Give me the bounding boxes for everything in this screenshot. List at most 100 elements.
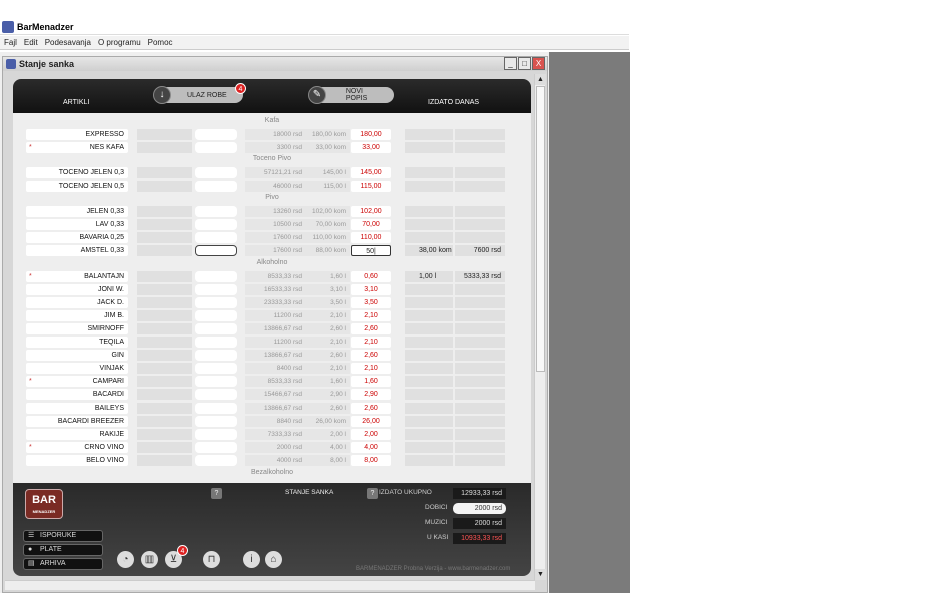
- ulaz-input[interactable]: [195, 310, 237, 322]
- ulaz-input[interactable]: [195, 219, 237, 230]
- item-name[interactable]: JONI W.: [26, 283, 128, 295]
- ulaz-input[interactable]: [195, 232, 237, 244]
- lock-icon[interactable]: ⊓: [203, 551, 220, 568]
- item-name[interactable]: JELEN 0,33: [26, 205, 128, 217]
- ulaz-input[interactable]: [195, 245, 237, 257]
- dobici-field[interactable]: 2000 rsd: [453, 503, 506, 514]
- item-name[interactable]: SMIRNOFF: [26, 323, 128, 335]
- popis-input[interactable]: 115,00: [351, 180, 391, 192]
- ulaz-input[interactable]: [195, 336, 237, 348]
- item-name[interactable]: AMSTEL 0,33: [26, 245, 128, 257]
- ulaz-input[interactable]: [195, 349, 237, 361]
- item-name[interactable]: TOCENO JELEN 0,3: [26, 167, 128, 179]
- item-name[interactable]: * BALANTAJN: [26, 270, 128, 282]
- popis-input[interactable]: 33,00: [351, 142, 391, 154]
- popis-input[interactable]: 3,50: [351, 297, 391, 308]
- help-button-2[interactable]: ?: [367, 488, 378, 499]
- popis-input[interactable]: 2,90: [351, 389, 391, 401]
- help-button-1[interactable]: ?: [211, 488, 222, 499]
- menu-fajl[interactable]: Fajl: [4, 38, 17, 47]
- close-button[interactable]: X: [532, 57, 545, 70]
- info-icon[interactable]: i: [243, 551, 260, 568]
- item-name[interactable]: JIM B.: [26, 310, 128, 322]
- ulaz-input[interactable]: [195, 442, 237, 454]
- ulaz-input[interactable]: [195, 389, 237, 401]
- ulaz-input[interactable]: [195, 167, 237, 179]
- vertical-scrollbar[interactable]: ▲ ▼: [534, 74, 546, 580]
- item-name[interactable]: BACARDI BREEZER: [26, 415, 128, 427]
- popis-input[interactable]: 2,60: [351, 323, 391, 335]
- popis-input[interactable]: 8,00: [351, 455, 391, 467]
- ulaz-input[interactable]: [195, 180, 237, 192]
- horizontal-scrollbar[interactable]: [5, 580, 535, 590]
- item-name[interactable]: TOCENO JELEN 0,5: [26, 180, 128, 192]
- ulaz-input[interactable]: [195, 429, 237, 440]
- popis-input[interactable]: 2,10: [351, 363, 391, 374]
- popis-input[interactable]: 0,60: [351, 270, 391, 282]
- stock-qty: 70,00 kom: [315, 221, 346, 228]
- item-name[interactable]: RAKIJE: [26, 429, 128, 440]
- menu-pomoc[interactable]: Pomoc: [148, 38, 173, 47]
- popis-input[interactable]: 110,00: [351, 232, 391, 244]
- item-name[interactable]: TEQILA: [26, 336, 128, 348]
- popis-input[interactable]: 50|: [351, 245, 391, 257]
- popis-input[interactable]: 1,60: [351, 376, 391, 388]
- popis-input[interactable]: 2,60: [351, 402, 391, 414]
- maximize-button[interactable]: □: [518, 57, 531, 70]
- item-name[interactable]: * CRNO VINO: [26, 442, 128, 454]
- item-name[interactable]: BACARDI: [26, 389, 128, 401]
- money-bag-icon: ●: [28, 546, 33, 553]
- item-name[interactable]: BAILEYS: [26, 402, 128, 414]
- ulaz-input[interactable]: [195, 415, 237, 427]
- item-name[interactable]: * NES KAFA: [26, 142, 128, 154]
- scroll-up-icon[interactable]: ▲: [535, 74, 546, 85]
- item-name[interactable]: BELO VINO: [26, 455, 128, 467]
- ulaz-input[interactable]: [195, 323, 237, 335]
- ulaz-input[interactable]: [195, 270, 237, 282]
- item-name[interactable]: * CAMPARI: [26, 376, 128, 388]
- ulaz-input[interactable]: [195, 142, 237, 154]
- item-name[interactable]: LAV 0,33: [26, 219, 128, 230]
- menu-o-programu[interactable]: O programu: [98, 38, 141, 47]
- popis-input[interactable]: 70,00: [351, 219, 391, 230]
- popis-input[interactable]: 2,10: [351, 310, 391, 322]
- ulaz-input[interactable]: [195, 205, 237, 217]
- ulaz-robe-button[interactable]: ↓ ULAZ ROBE: [153, 86, 243, 104]
- popis-input[interactable]: 2,10: [351, 336, 391, 348]
- ulaz-input[interactable]: [195, 363, 237, 374]
- popis-input[interactable]: 2,00: [351, 429, 391, 440]
- popis-input[interactable]: 145,00: [351, 167, 391, 179]
- item-name-text: TOCENO JELEN 0,5: [58, 182, 124, 190]
- ulaz-input[interactable]: [195, 402, 237, 414]
- popis-input[interactable]: 102,00: [351, 205, 391, 217]
- popis-input[interactable]: 2,60: [351, 349, 391, 361]
- minimize-button[interactable]: _: [504, 57, 517, 70]
- popis-input[interactable]: 3,10: [351, 283, 391, 295]
- item-name[interactable]: BAVARIA 0,25: [26, 232, 128, 244]
- ulaz-input[interactable]: [195, 297, 237, 308]
- arhiva-button[interactable]: ▤ ARHIVA: [23, 558, 103, 570]
- ulaz-input[interactable]: [195, 129, 237, 140]
- menu-edit[interactable]: Edit: [24, 38, 38, 47]
- dobici-label: DOBICI: [425, 504, 448, 511]
- isporuke-button[interactable]: ☰ ISPORUKE: [23, 530, 103, 542]
- item-name-text: BACARDI BREEZER: [57, 417, 124, 425]
- item-name[interactable]: VINJAK: [26, 363, 128, 374]
- scroll-thumb[interactable]: [536, 86, 545, 372]
- novi-popis-button[interactable]: ✎ NOVI POPIS: [308, 86, 394, 104]
- item-name[interactable]: JACK D.: [26, 297, 128, 308]
- popis-input[interactable]: 4,00: [351, 442, 391, 454]
- popis-input[interactable]: 26,00: [351, 415, 391, 427]
- print-icon[interactable]: ▥: [141, 551, 158, 568]
- ulaz-input[interactable]: [195, 283, 237, 295]
- plate-button[interactable]: ● PLATE: [23, 544, 103, 556]
- item-name[interactable]: GIN: [26, 349, 128, 361]
- item-name[interactable]: EXPRESSO: [26, 129, 128, 140]
- ulaz-input[interactable]: [195, 455, 237, 467]
- menu-podesavanja[interactable]: Podesavanja: [45, 38, 91, 47]
- popis-input[interactable]: 180,00: [351, 129, 391, 140]
- scroll-down-icon[interactable]: ▼: [535, 569, 546, 580]
- ulaz-input[interactable]: [195, 376, 237, 388]
- home-icon[interactable]: ⌂: [265, 551, 282, 568]
- clock-icon[interactable]: ◔: [117, 551, 134, 568]
